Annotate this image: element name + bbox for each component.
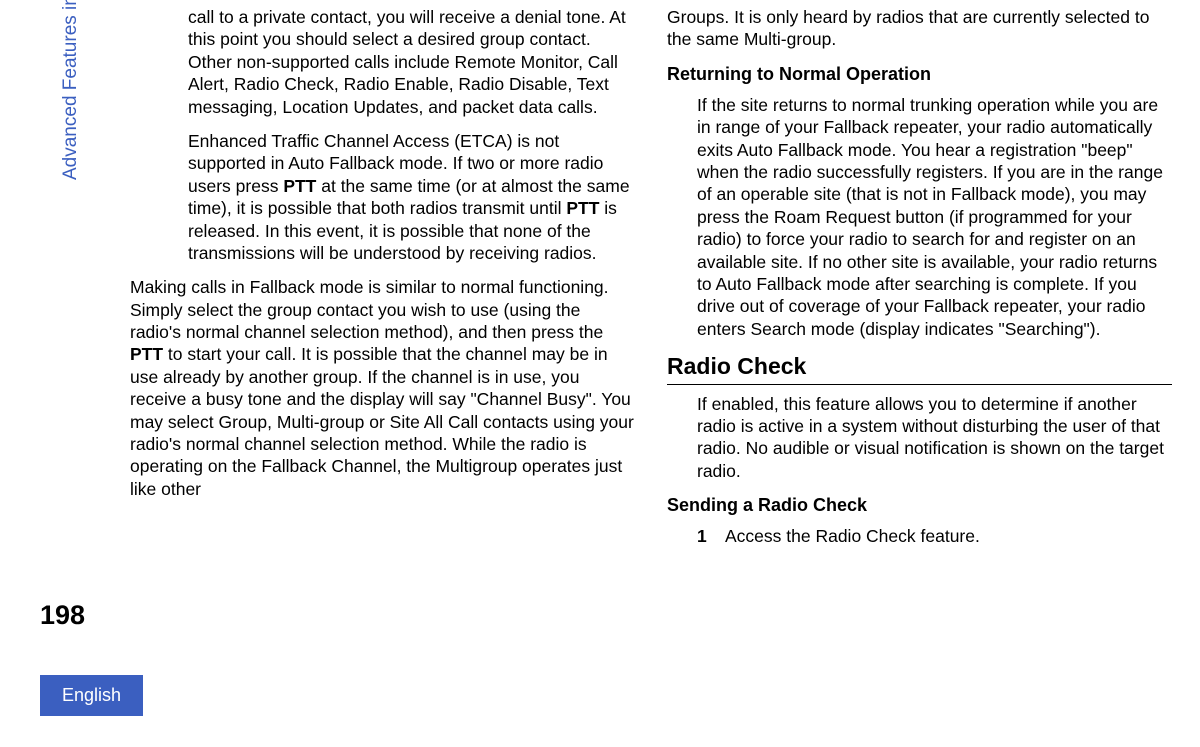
body-text: call to a private contact, you will rece… [188,7,626,117]
page-number: 198 [40,600,85,631]
body-text: Making calls in Fallback mode is similar… [130,277,609,342]
subheading-sending: Sending a Radio Check [667,494,1172,517]
body-text: to start your call. It is possible that … [130,344,634,498]
paragraph: Enhanced Traffic Channel Access (ETCA) i… [130,130,635,264]
body-text: If enabled, this feature allows you to d… [697,394,1164,481]
heading-radio-check: Radio Check [667,352,1172,384]
paragraph: call to a private contact, you will rece… [130,6,635,118]
ptt-term: PTT [130,344,163,364]
content-area: call to a private contact, you will rece… [130,6,1180,646]
step-number: 1 [697,525,725,547]
column-right: Groups. It is only heard by radios that … [667,6,1172,646]
column-left: call to a private contact, you will rece… [130,6,635,646]
paragraph: If the site returns to normal trunking o… [667,94,1172,340]
step-text: Access the Radio Check feature. [725,525,1172,547]
ptt-term: PTT [566,198,599,218]
paragraph: Groups. It is only heard by radios that … [667,6,1172,51]
body-text: If the site returns to normal trunking o… [697,95,1163,339]
subheading-returning: Returning to Normal Operation [667,63,1172,86]
language-badge: English [40,675,143,716]
paragraph: Making calls in Fallback mode is similar… [130,276,635,500]
page: Advanced Features in Connect Plus Mode 1… [0,0,1200,747]
step-item: 1 Access the Radio Check feature. [667,525,1172,547]
ptt-term: PTT [283,176,316,196]
paragraph: If enabled, this feature allows you to d… [667,393,1172,483]
side-section-label: Advanced Features in Connect Plus Mode [60,0,82,180]
body-text: Groups. It is only heard by radios that … [667,7,1149,49]
